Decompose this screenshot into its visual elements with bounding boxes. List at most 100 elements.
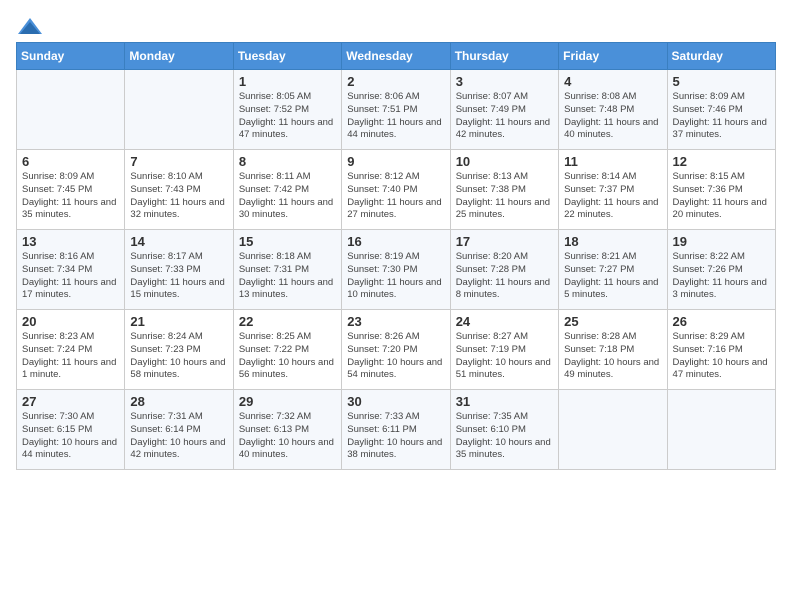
day-number: 5 [673,74,770,89]
day-number: 22 [239,314,336,329]
day-header-wednesday: Wednesday [342,43,450,70]
calendar-cell: 27 Sunrise: 7:30 AM Sunset: 6:15 PM Dayli… [17,390,125,470]
day-info: Sunrise: 8:29 AM Sunset: 7:16 PM Dayligh… [673,331,770,382]
day-number: 16 [347,234,444,249]
day-number: 2 [347,74,444,89]
day-header-thursday: Thursday [450,43,558,70]
day-number: 6 [22,154,119,169]
calendar-header-row: SundayMondayTuesdayWednesdayThursdayFrid… [17,43,776,70]
calendar-cell: 25 Sunrise: 8:28 AM Sunset: 7:18 PM Dayli… [559,310,667,390]
calendar-cell: 24 Sunrise: 8:27 AM Sunset: 7:19 PM Dayli… [450,310,558,390]
day-number: 14 [130,234,227,249]
day-number: 11 [564,154,661,169]
day-info: Sunrise: 8:06 AM Sunset: 7:51 PM Dayligh… [347,91,444,142]
day-number: 31 [456,394,553,409]
day-info: Sunrise: 8:07 AM Sunset: 7:49 PM Dayligh… [456,91,553,142]
calendar-cell: 6 Sunrise: 8:09 AM Sunset: 7:45 PM Daylig… [17,150,125,230]
calendar-cell: 9Sunrise: 8:12 AM Sunset: 7:40 PM Daylig… [342,150,450,230]
calendar-cell: 29 Sunrise: 7:32 AM Sunset: 6:13 PM Dayli… [233,390,341,470]
day-info: Sunrise: 8:15 AM Sunset: 7:36 PM Dayligh… [673,171,770,222]
calendar-cell: 12 Sunrise: 8:15 AM Sunset: 7:36 PM Dayli… [667,150,775,230]
day-number: 7 [130,154,227,169]
calendar-week-row: 13Sunrise: 8:16 AM Sunset: 7:34 PM Dayli… [17,230,776,310]
day-number: 9 [347,154,444,169]
day-header-sunday: Sunday [17,43,125,70]
calendar-cell: 8 Sunrise: 8:11 AM Sunset: 7:42 PM Daylig… [233,150,341,230]
day-info: Sunrise: 8:18 AM Sunset: 7:31 PM Dayligh… [239,251,336,302]
day-number: 10 [456,154,553,169]
day-info: Sunrise: 8:27 AM Sunset: 7:19 PM Dayligh… [456,331,553,382]
day-number: 12 [673,154,770,169]
calendar-cell: 10 Sunrise: 8:13 AM Sunset: 7:38 PM Dayli… [450,150,558,230]
calendar-cell: 3 Sunrise: 8:07 AM Sunset: 7:49 PM Daylig… [450,70,558,150]
day-number: 3 [456,74,553,89]
day-info: Sunrise: 8:20 AM Sunset: 7:28 PM Dayligh… [456,251,553,302]
calendar-cell: 20Sunrise: 8:23 AM Sunset: 7:24 PM Dayli… [17,310,125,390]
day-info: Sunrise: 8:19 AM Sunset: 7:30 PM Dayligh… [347,251,444,302]
day-info: Sunrise: 7:32 AM Sunset: 6:13 PM Dayligh… [239,411,336,462]
day-number: 19 [673,234,770,249]
logo-icon [16,16,44,38]
calendar-cell: 7Sunrise: 8:10 AM Sunset: 7:43 PM Daylig… [125,150,233,230]
day-info: Sunrise: 8:21 AM Sunset: 7:27 PM Dayligh… [564,251,661,302]
calendar-cell [667,390,775,470]
calendar-cell: 11 Sunrise: 8:14 AM Sunset: 7:37 PM Dayli… [559,150,667,230]
day-number: 25 [564,314,661,329]
calendar-week-row: 20Sunrise: 8:23 AM Sunset: 7:24 PM Dayli… [17,310,776,390]
calendar-cell: 16 Sunrise: 8:19 AM Sunset: 7:30 PM Dayli… [342,230,450,310]
day-number: 8 [239,154,336,169]
day-info: Sunrise: 8:25 AM Sunset: 7:22 PM Dayligh… [239,331,336,382]
day-info: Sunrise: 8:05 AM Sunset: 7:52 PM Dayligh… [239,91,336,142]
calendar-cell: 1 Sunrise: 8:05 AM Sunset: 7:52 PM Daylig… [233,70,341,150]
calendar-cell: 2 Sunrise: 8:06 AM Sunset: 7:51 PM Daylig… [342,70,450,150]
calendar-week-row: 6 Sunrise: 8:09 AM Sunset: 7:45 PM Daylig… [17,150,776,230]
day-number: 23 [347,314,444,329]
day-info: Sunrise: 8:23 AM Sunset: 7:24 PM Dayligh… [22,331,119,382]
calendar-cell: 4Sunrise: 8:08 AM Sunset: 7:48 PM Daylig… [559,70,667,150]
day-info: Sunrise: 8:09 AM Sunset: 7:46 PM Dayligh… [673,91,770,142]
day-header-friday: Friday [559,43,667,70]
day-info: Sunrise: 8:28 AM Sunset: 7:18 PM Dayligh… [564,331,661,382]
calendar-table: SundayMondayTuesdayWednesdayThursdayFrid… [16,42,776,470]
day-number: 13 [22,234,119,249]
day-number: 26 [673,314,770,329]
calendar-cell: 28Sunrise: 7:31 AM Sunset: 6:14 PM Dayli… [125,390,233,470]
day-info: Sunrise: 7:30 AM Sunset: 6:15 PM Dayligh… [22,411,119,462]
calendar-cell: 18 Sunrise: 8:21 AM Sunset: 7:27 PM Dayli… [559,230,667,310]
day-header-saturday: Saturday [667,43,775,70]
calendar-cell: 17 Sunrise: 8:20 AM Sunset: 7:28 PM Dayli… [450,230,558,310]
day-number: 30 [347,394,444,409]
calendar-cell: 14 Sunrise: 8:17 AM Sunset: 7:33 PM Dayli… [125,230,233,310]
day-header-tuesday: Tuesday [233,43,341,70]
day-info: Sunrise: 8:14 AM Sunset: 7:37 PM Dayligh… [564,171,661,222]
calendar-cell: 21Sunrise: 8:24 AM Sunset: 7:23 PM Dayli… [125,310,233,390]
calendar-cell: 30Sunrise: 7:33 AM Sunset: 6:11 PM Dayli… [342,390,450,470]
day-info: Sunrise: 8:26 AM Sunset: 7:20 PM Dayligh… [347,331,444,382]
day-header-monday: Monday [125,43,233,70]
day-number: 17 [456,234,553,249]
day-number: 29 [239,394,336,409]
calendar-cell: 13Sunrise: 8:16 AM Sunset: 7:34 PM Dayli… [17,230,125,310]
day-info: Sunrise: 8:17 AM Sunset: 7:33 PM Dayligh… [130,251,227,302]
day-number: 24 [456,314,553,329]
day-number: 27 [22,394,119,409]
calendar-cell [17,70,125,150]
calendar-cell: 31 Sunrise: 7:35 AM Sunset: 6:10 PM Dayli… [450,390,558,470]
logo [16,16,48,38]
day-info: Sunrise: 8:11 AM Sunset: 7:42 PM Dayligh… [239,171,336,222]
calendar-week-row: 27 Sunrise: 7:30 AM Sunset: 6:15 PM Dayli… [17,390,776,470]
calendar-cell [125,70,233,150]
day-info: Sunrise: 7:35 AM Sunset: 6:10 PM Dayligh… [456,411,553,462]
day-info: Sunrise: 8:22 AM Sunset: 7:26 PM Dayligh… [673,251,770,302]
day-number: 18 [564,234,661,249]
day-number: 4 [564,74,661,89]
day-info: Sunrise: 7:31 AM Sunset: 6:14 PM Dayligh… [130,411,227,462]
day-number: 1 [239,74,336,89]
day-info: Sunrise: 8:13 AM Sunset: 7:38 PM Dayligh… [456,171,553,222]
calendar-cell: 19 Sunrise: 8:22 AM Sunset: 7:26 PM Dayli… [667,230,775,310]
calendar-cell: 23 Sunrise: 8:26 AM Sunset: 7:20 PM Dayli… [342,310,450,390]
calendar-cell: 5 Sunrise: 8:09 AM Sunset: 7:46 PM Daylig… [667,70,775,150]
calendar-cell: 15 Sunrise: 8:18 AM Sunset: 7:31 PM Dayli… [233,230,341,310]
day-info: Sunrise: 8:09 AM Sunset: 7:45 PM Dayligh… [22,171,119,222]
day-number: 15 [239,234,336,249]
